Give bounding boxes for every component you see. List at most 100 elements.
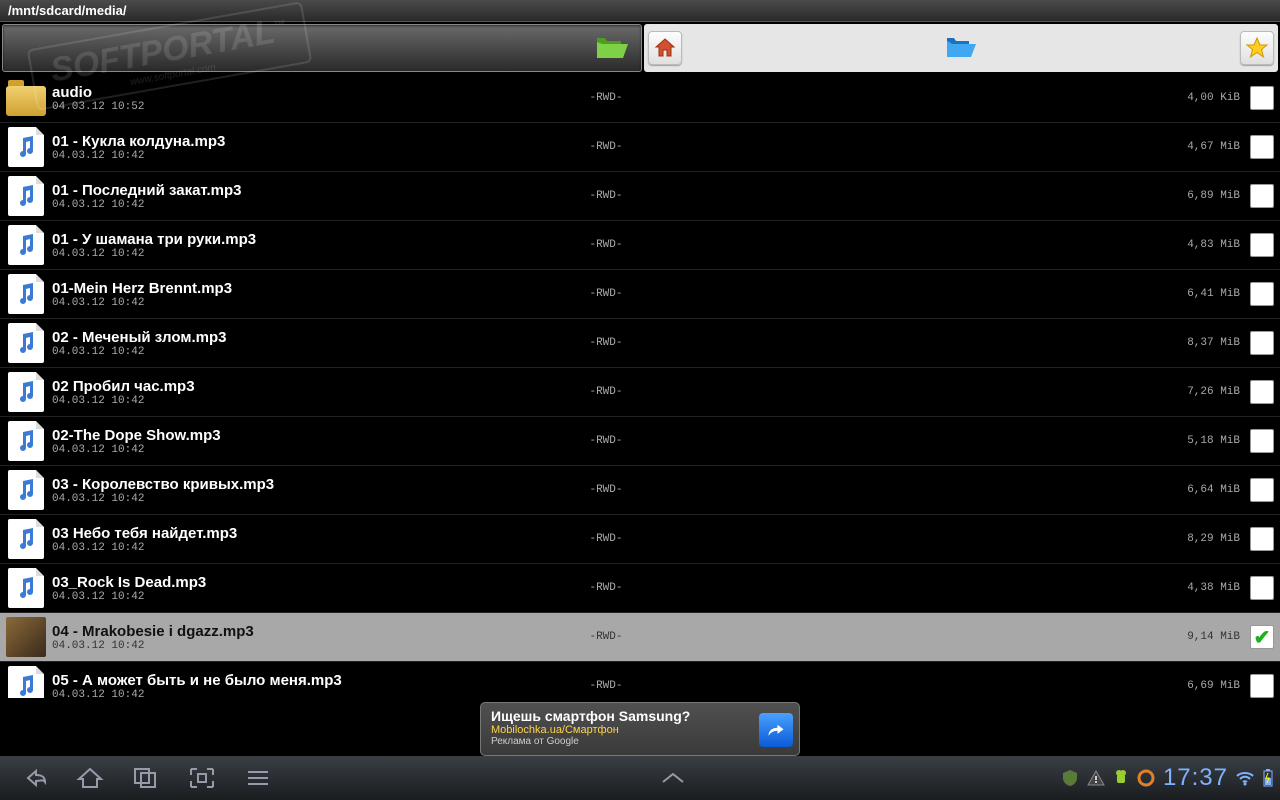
file-checkbox[interactable] bbox=[1250, 576, 1274, 600]
file-row[interactable]: 01-Mein Herz Brennt.mp304.03.12 10:42-RW… bbox=[0, 270, 1280, 319]
file-row[interactable]: 03_Rock Is Dead.mp304.03.12 10:42-RWD-4,… bbox=[0, 564, 1280, 613]
file-row[interactable]: 02 - Меченый злом.mp304.03.12 10:42-RWD-… bbox=[0, 319, 1280, 368]
file-date: 04.03.12 10:42 bbox=[52, 248, 576, 260]
file-perm: -RWD- bbox=[576, 239, 636, 251]
file-size: 6,69 MiB bbox=[1160, 680, 1250, 692]
file-perm: -RWD- bbox=[576, 484, 636, 496]
ad-banner[interactable]: Ищешь смартфон Samsung? Mobilochka.ua/См… bbox=[480, 702, 800, 756]
file-checkbox[interactable] bbox=[1250, 282, 1274, 306]
file-row[interactable]: 04 - Mrakobesie i dgazz.mp304.03.12 10:4… bbox=[0, 613, 1280, 662]
file-checkbox[interactable] bbox=[1250, 135, 1274, 159]
status-tray[interactable]: 17:37 bbox=[1061, 764, 1274, 792]
music-icon bbox=[6, 225, 46, 265]
file-row[interactable]: 03 Небо тебя найдет.mp304.03.12 10:42-RW… bbox=[0, 515, 1280, 564]
file-row[interactable]: 01 - Кукла колдуна.mp304.03.12 10:42-RWD… bbox=[0, 123, 1280, 172]
file-perm: -RWD- bbox=[576, 386, 636, 398]
file-size: 4,67 MiB bbox=[1160, 141, 1250, 153]
file-date: 04.03.12 10:42 bbox=[52, 591, 576, 603]
file-checkbox[interactable] bbox=[1250, 86, 1274, 110]
file-name: 01 - У шамана три руки.mp3 bbox=[52, 231, 576, 248]
folder-icon bbox=[945, 35, 977, 61]
folder-open-icon bbox=[595, 34, 629, 62]
file-meta: 02 Пробил час.mp304.03.12 10:42 bbox=[52, 378, 576, 407]
file-checkbox[interactable] bbox=[1250, 527, 1274, 551]
favorite-button[interactable] bbox=[1240, 31, 1274, 65]
file-row[interactable]: 02 Пробил час.mp304.03.12 10:42-RWD-7,26… bbox=[0, 368, 1280, 417]
menu-icon bbox=[246, 769, 270, 787]
folder-blue-button[interactable] bbox=[944, 31, 978, 65]
file-row[interactable]: audio04.03.12 10:52-RWD-4,00 KiB bbox=[0, 74, 1280, 123]
file-size: 5,18 MiB bbox=[1160, 435, 1250, 447]
folder-icon bbox=[6, 78, 46, 118]
file-name: 03 Небо тебя найдет.mp3 bbox=[52, 525, 576, 542]
file-checkbox[interactable] bbox=[1250, 478, 1274, 502]
album-icon bbox=[6, 617, 46, 657]
file-meta: 04 - Mrakobesie i dgazz.mp304.03.12 10:4… bbox=[52, 623, 576, 652]
file-meta: 01 - У шамана три руки.mp304.03.12 10:42 bbox=[52, 231, 576, 260]
arrow-share-icon bbox=[767, 721, 785, 739]
file-meta: 03 - Королевство кривых.mp304.03.12 10:4… bbox=[52, 476, 576, 505]
file-date: 04.03.12 10:52 bbox=[52, 101, 576, 113]
file-row[interactable]: 05 - А может быть и не было меня.mp304.0… bbox=[0, 662, 1280, 698]
file-perm: -RWD- bbox=[576, 92, 636, 104]
music-icon bbox=[6, 274, 46, 314]
file-checkbox[interactable] bbox=[1250, 674, 1274, 698]
nav-recent-button[interactable] bbox=[118, 758, 174, 798]
file-name: 03 - Королевство кривых.mp3 bbox=[52, 476, 576, 493]
file-row[interactable]: 01 - Последний закат.mp304.03.12 10:42-R… bbox=[0, 172, 1280, 221]
file-perm: -RWD- bbox=[576, 141, 636, 153]
file-meta: 01 - Последний закат.mp304.03.12 10:42 bbox=[52, 182, 576, 211]
nav-screenshot-button[interactable] bbox=[174, 758, 230, 798]
nav-menu-button[interactable] bbox=[230, 758, 286, 798]
file-row[interactable]: 01 - У шамана три руки.mp304.03.12 10:42… bbox=[0, 221, 1280, 270]
ad-share-button[interactable] bbox=[759, 713, 793, 747]
file-size: 4,83 MiB bbox=[1160, 239, 1250, 251]
file-checkbox[interactable] bbox=[1250, 184, 1274, 208]
file-perm: -RWD- bbox=[576, 680, 636, 692]
file-date: 04.03.12 10:42 bbox=[52, 689, 576, 699]
file-perm: -RWD- bbox=[576, 533, 636, 545]
music-icon bbox=[6, 372, 46, 412]
file-checkbox[interactable] bbox=[1250, 429, 1274, 453]
home-outline-icon bbox=[76, 766, 104, 790]
path-input[interactable] bbox=[9, 40, 589, 56]
file-size: 4,00 KiB bbox=[1160, 92, 1250, 104]
file-date: 04.03.12 10:42 bbox=[52, 150, 576, 162]
file-name: 01-Mein Herz Brennt.mp3 bbox=[52, 280, 576, 297]
file-row[interactable]: 03 - Королевство кривых.mp304.03.12 10:4… bbox=[0, 466, 1280, 515]
file-meta: 03 Небо тебя найдет.mp304.03.12 10:42 bbox=[52, 525, 576, 554]
file-meta: 01-Mein Herz Brennt.mp304.03.12 10:42 bbox=[52, 280, 576, 309]
ad-source: Реклама от Google bbox=[491, 736, 749, 747]
file-checkbox[interactable] bbox=[1250, 331, 1274, 355]
nav-home-button[interactable] bbox=[62, 758, 118, 798]
file-date: 04.03.12 10:42 bbox=[52, 199, 576, 211]
file-size: 8,37 MiB bbox=[1160, 337, 1250, 349]
android-icon bbox=[1113, 769, 1129, 787]
file-meta: 01 - Кукла колдуна.mp304.03.12 10:42 bbox=[52, 133, 576, 162]
warning-icon bbox=[1087, 769, 1105, 787]
file-checkbox[interactable] bbox=[1250, 380, 1274, 404]
file-size: 9,14 MiB bbox=[1160, 631, 1250, 643]
file-perm: -RWD- bbox=[576, 582, 636, 594]
open-folder-button[interactable] bbox=[589, 25, 635, 71]
circle-icon bbox=[1137, 769, 1155, 787]
file-checkbox[interactable] bbox=[1250, 233, 1274, 257]
file-checkbox[interactable] bbox=[1250, 625, 1274, 649]
file-date: 04.03.12 10:42 bbox=[52, 640, 576, 652]
system-navbar: 17:37 bbox=[0, 756, 1280, 800]
file-name: 02 - Меченый злом.mp3 bbox=[52, 329, 576, 346]
file-row[interactable]: 02-The Dope Show.mp304.03.12 10:42-RWD-5… bbox=[0, 417, 1280, 466]
file-meta: 05 - А может быть и не было меня.mp304.0… bbox=[52, 672, 576, 699]
nav-expand[interactable] bbox=[286, 771, 1061, 785]
home-button[interactable] bbox=[648, 31, 682, 65]
chevron-up-icon bbox=[659, 771, 687, 785]
file-name: 03_Rock Is Dead.mp3 bbox=[52, 574, 576, 591]
file-date: 04.03.12 10:42 bbox=[52, 346, 576, 358]
file-name: 02 Пробил час.mp3 bbox=[52, 378, 576, 395]
file-list[interactable]: audio04.03.12 10:52-RWD-4,00 KiB01 - Кук… bbox=[0, 74, 1280, 698]
file-perm: -RWD- bbox=[576, 631, 636, 643]
file-size: 8,29 MiB bbox=[1160, 533, 1250, 545]
file-perm: -RWD- bbox=[576, 337, 636, 349]
nav-back-button[interactable] bbox=[6, 758, 62, 798]
music-icon bbox=[6, 127, 46, 167]
